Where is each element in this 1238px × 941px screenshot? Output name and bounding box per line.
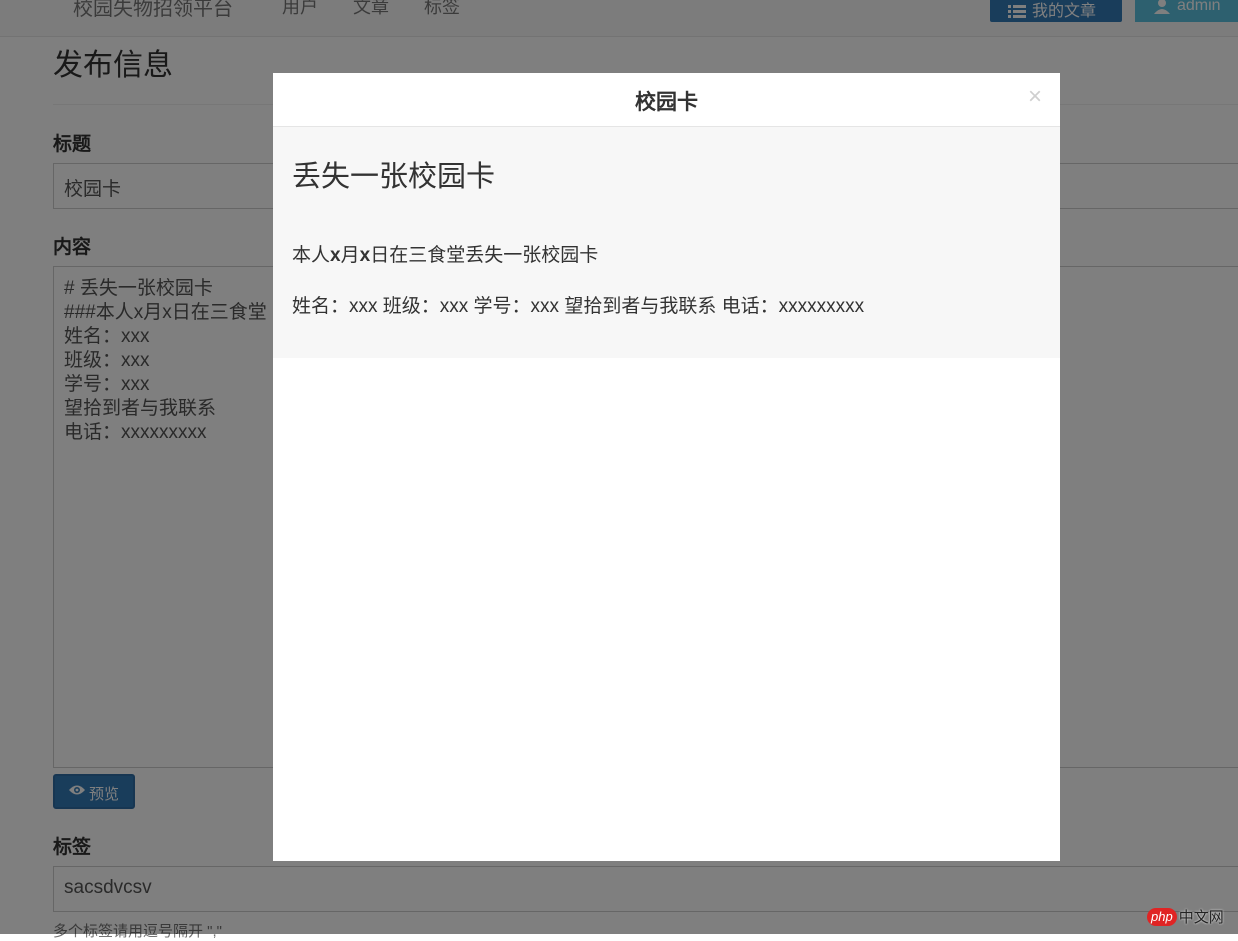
watermark-text: 中文网 xyxy=(1179,906,1224,927)
modal-title: 校园卡 xyxy=(273,86,1060,116)
watermark-logo: php中文网 xyxy=(1147,906,1224,928)
preview-paragraph-details: 姓名：xxx 班级：xxx 学号：xxx 望拾到者与我联系 电话：xxxxxxx… xyxy=(292,291,864,318)
modal-header: 校园卡 × xyxy=(273,73,1060,127)
preview-modal: 校园卡 × 丢失一张校园卡 本人x月x日在三食堂丢失一张校园卡 姓名：xxx 班… xyxy=(273,73,1060,861)
close-icon[interactable]: × xyxy=(1028,83,1042,111)
watermark-badge: php xyxy=(1147,908,1177,926)
preview-paragraph: 本人x月x日在三食堂丢失一张校园卡 xyxy=(292,240,598,267)
page: 校园失物招领平台 用户 文章 标签 我的文章 xyxy=(0,0,1238,934)
preview-heading: 丢失一张校园卡 xyxy=(292,153,495,195)
modal-body: 丢失一张校园卡 本人x月x日在三食堂丢失一张校园卡 姓名：xxx 班级：xxx … xyxy=(273,127,1060,358)
